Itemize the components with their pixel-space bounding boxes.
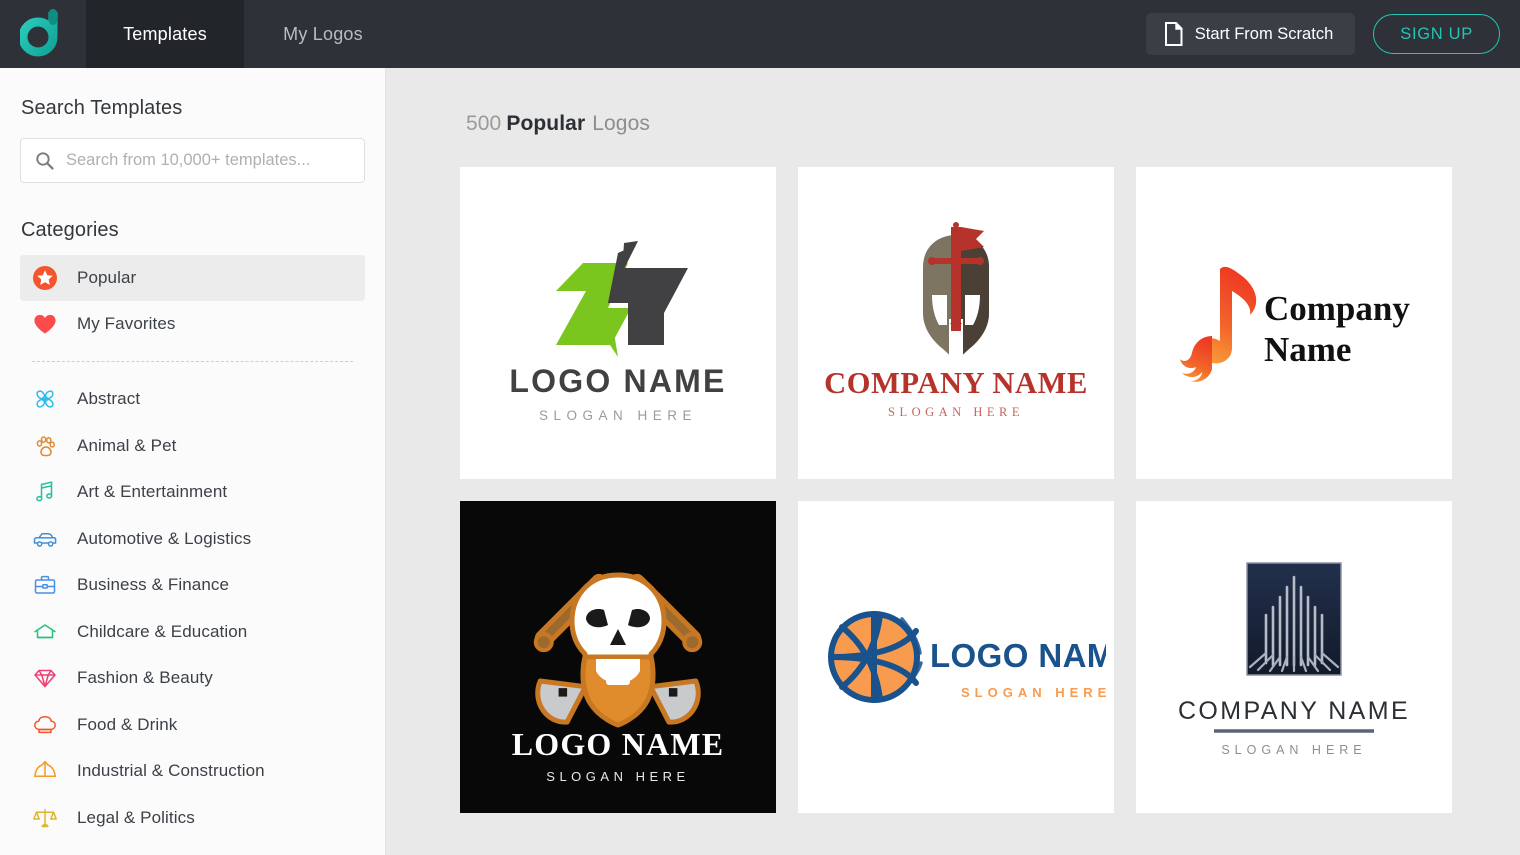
tab-templates-label: Templates [123,24,207,45]
search-input[interactable] [66,151,350,170]
card-logo-name-line2: Name [1264,330,1351,369]
sidebar-item-my-favorites-label: My Favorites [77,314,176,334]
category-list: Abstract Animal & Pet [20,376,365,841]
templates-grid: LOGO NAME SLOGAN HERE [386,136,1520,813]
graduation-cap-icon [32,619,58,645]
sidebar-item-business-finance[interactable]: Business & Finance [20,562,365,609]
brand-logo-button[interactable] [0,0,86,68]
card-logo-name: COMPANY NAME [824,366,1088,400]
skull-crossed-axes-mark: LOGO NAME SLOGAN HERE [468,507,768,807]
sidebar: Search Templates Categories [0,68,386,855]
sidebar-item-automotive-logistics[interactable]: Automotive & Logistics [20,516,365,563]
chef-hat-icon [32,712,58,738]
start-from-scratch-label: Start From Scratch [1195,25,1333,44]
heart-icon [32,311,58,337]
paw-icon [32,433,58,459]
sidebar-item-abstract-label: Abstract [77,389,140,409]
abstract-pinwheel-icon [32,386,58,412]
sidebar-item-art-entertainment-label: Art & Entertainment [77,482,227,502]
top-header: Templates My Logos Start From Scratch SI… [0,0,1520,68]
sign-up-label: SIGN UP [1400,25,1473,44]
search-templates-title: Search Templates [20,68,365,138]
sidebar-item-legal-politics[interactable]: Legal & Politics [20,795,365,842]
search-icon [35,151,54,170]
card-slogan: SLOGAN HERE [1221,743,1366,757]
bolt-47-mark: LOGO NAME SLOGAN HERE [468,173,768,473]
template-card-logo-skull-axes[interactable]: LOGO NAME SLOGAN HERE [460,501,776,813]
hard-hat-icon [32,758,58,784]
header-spacer [402,0,1146,68]
app-root: Templates My Logos Start From Scratch SI… [0,0,1520,855]
sidebar-item-popular-label: Popular [77,268,136,288]
sidebar-item-legal-politics-label: Legal & Politics [77,808,195,828]
sidebar-item-animal-pet[interactable]: Animal & Pet [20,423,365,470]
tab-my-logos-label: My Logos [283,24,363,45]
music-note-icon [32,479,58,505]
sidebar-item-food-drink-label: Food & Drink [77,715,177,735]
card-logo-name: LOGO NAME [930,637,1106,674]
car-icon [32,526,58,552]
document-icon [1164,22,1183,46]
sidebar-item-my-favorites[interactable]: My Favorites [20,301,365,347]
tab-my-logos[interactable]: My Logos [244,0,402,68]
template-card-logo-spartan-helmet[interactable]: COMPANY NAME SLOGAN HERE [798,167,1114,479]
sidebar-item-art-entertainment[interactable]: Art & Entertainment [20,469,365,516]
card-logo-name: Company [1264,289,1410,328]
sidebar-item-industrial-construction-label: Industrial & Construction [77,761,265,781]
pinned-category-list: Popular My Favorites [20,255,365,347]
flaming-music-note-mark: Company Name [1144,173,1444,473]
tab-templates[interactable]: Templates [86,0,244,68]
card-logo-name: LOGO NAME [512,726,725,762]
main-content: 500Popular Logos LOGO NAME SLOGAN HERE [386,68,1520,855]
star-circle-icon [32,265,58,291]
card-slogan: SLOGAN HERE [961,685,1106,700]
results-category: Popular [506,112,585,135]
sidebar-item-food-drink[interactable]: Food & Drink [20,702,365,749]
skyscraper-square-mark: COMPANY NAME SLOGAN HERE [1144,507,1444,807]
body-region: Search Templates Categories [0,68,1520,855]
start-from-scratch-button[interactable]: Start From Scratch [1146,13,1355,55]
card-slogan: SLOGAN HERE [888,405,1024,419]
categories-title: Categories [20,183,365,255]
sidebar-item-abstract[interactable]: Abstract [20,376,365,423]
header-actions: Start From Scratch SIGN UP [1146,0,1520,68]
card-slogan: SLOGAN HERE [539,408,697,423]
card-logo-name: COMPANY NAME [1178,697,1410,725]
sidebar-divider [32,361,353,362]
results-suffix: Logos [592,112,650,135]
sidebar-item-childcare-education[interactable]: Childcare & Education [20,609,365,656]
sidebar-item-childcare-education-label: Childcare & Education [77,622,247,642]
spartan-helmet-sword-mark: COMPANY NAME SLOGAN HERE [806,173,1106,473]
brand-d-logo-icon [20,9,66,59]
template-card-logo-47-bolt[interactable]: LOGO NAME SLOGAN HERE [460,167,776,479]
sign-up-button[interactable]: SIGN UP [1373,14,1500,54]
briefcase-icon [32,572,58,598]
template-card-logo-skyscraper[interactable]: COMPANY NAME SLOGAN HERE [1136,501,1452,813]
results-heading: 500Popular Logos [386,68,1520,136]
basketball-mark: LOGO NAME SLOGAN HERE [806,507,1106,807]
card-logo-name: LOGO NAME [509,363,726,399]
sidebar-item-popular[interactable]: Popular [20,255,365,301]
sidebar-item-business-finance-label: Business & Finance [77,575,229,595]
sidebar-item-fashion-beauty-label: Fashion & Beauty [77,668,213,688]
sidebar-item-industrial-construction[interactable]: Industrial & Construction [20,748,365,795]
diamond-icon [32,665,58,691]
sidebar-item-animal-pet-label: Animal & Pet [77,436,176,456]
scales-icon [32,805,58,831]
card-slogan: SLOGAN HERE [546,769,689,784]
sidebar-item-fashion-beauty[interactable]: Fashion & Beauty [20,655,365,702]
template-card-logo-basketball[interactable]: LOGO NAME SLOGAN HERE [798,501,1114,813]
template-card-logo-flame-music-note[interactable]: Company Name [1136,167,1452,479]
sidebar-item-automotive-logistics-label: Automotive & Logistics [77,529,251,549]
results-count: 500 [466,112,501,135]
search-box[interactable] [20,138,365,183]
